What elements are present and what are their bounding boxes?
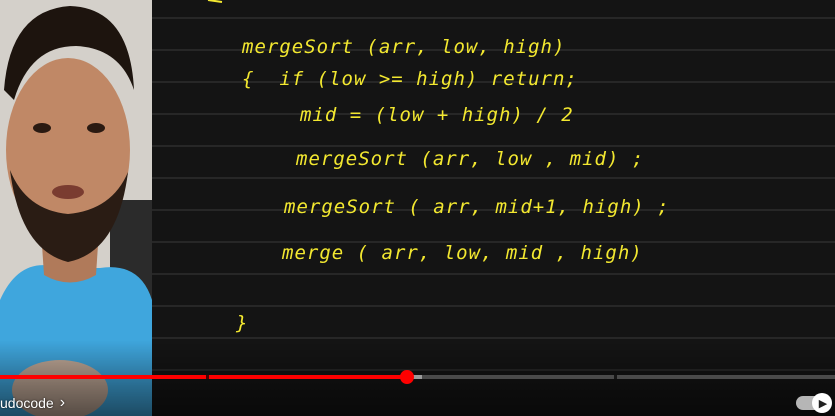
code-line-4: mergeSort (arr, low , mid) ;: [296, 148, 645, 170]
code-line-3: mid = (low + high) / 2: [300, 104, 574, 126]
chapter-title: udocode: [0, 395, 54, 411]
code-line-2: { if (low >= high) return;: [242, 68, 578, 90]
autoplay-knob: ▶: [812, 393, 832, 413]
chapter-marker: [614, 375, 617, 379]
code-line-5: mergeSort ( arr, mid+1, high) ;: [284, 196, 670, 218]
chevron-right-icon: ›: [59, 394, 66, 411]
code-line-6: merge ( arr, low, mid , high): [282, 242, 643, 264]
code-line-7: }: [236, 312, 249, 334]
autoplay-toggle[interactable]: ▶: [796, 393, 832, 413]
video-frame[interactable]: mergeSort (arr, low, high) { if (low >= …: [0, 0, 835, 416]
progress-bar[interactable]: [0, 370, 835, 384]
chapter-marker: [206, 375, 209, 379]
play-icon: ▶: [818, 397, 828, 410]
played-fill: [0, 375, 408, 379]
chapter-button[interactable]: udocode ›: [0, 392, 65, 414]
code-line-1: mergeSort (arr, low, high): [242, 36, 566, 58]
